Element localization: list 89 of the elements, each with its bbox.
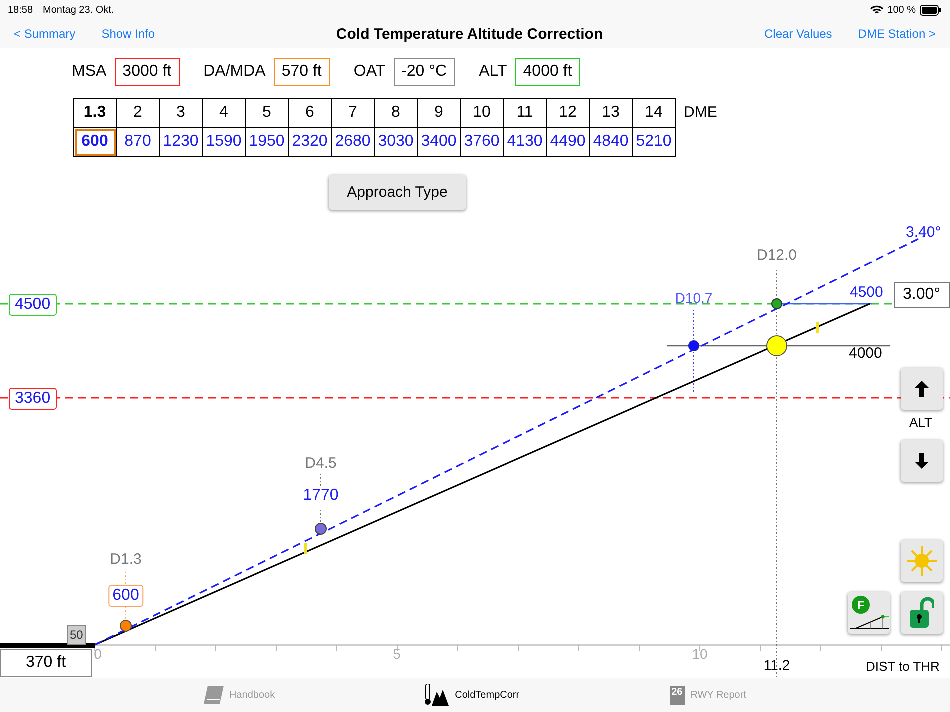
axis-tick-label: 10: [692, 647, 708, 661]
altitude-line-label: 4500: [9, 294, 57, 316]
screen-title: Cold Temperature Altitude Correction: [335, 26, 604, 42]
mid-fix-leader-line: [320, 474, 322, 486]
dme-label: DME: [684, 104, 718, 123]
altitude-cell[interactable]: 600: [74, 128, 116, 156]
tab-bar-item[interactable]: 26 RWY Report: [670, 686, 746, 704]
dme-header-cell: 2: [116, 98, 160, 128]
wifi-icon: [870, 5, 884, 15]
fix-point: [688, 340, 700, 352]
corrected-angle-label: 3.40°: [906, 225, 942, 240]
altitude-cell[interactable]: 1950: [246, 128, 288, 156]
approach-type-button[interactable]: Approach Type: [329, 175, 466, 210]
dme-header-cell: 10: [460, 98, 504, 128]
alt-label: ALT: [910, 416, 932, 429]
dme-header-cell: 3: [160, 98, 202, 128]
lock-button[interactable]: [901, 592, 943, 634]
mid-fix-leader-line: [320, 510, 322, 524]
altitude-cell[interactable]: 1590: [202, 128, 246, 156]
fix-point: [772, 298, 782, 310]
arrow-down-icon: [915, 453, 929, 469]
dme-header-cell: 1.3: [74, 98, 116, 128]
tab-bar-item[interactable]: ColdTempCorr: [425, 684, 520, 706]
marker-tick: [816, 322, 819, 333]
battery-percent: 100 %: [888, 4, 916, 16]
runway-number-icon: 26: [670, 686, 685, 704]
altitude-cell[interactable]: 5210: [632, 128, 676, 156]
dme-header-cell: 11: [504, 98, 546, 128]
altitude-label: 4000: [849, 346, 882, 361]
altitude-cell[interactable]: 4840: [590, 128, 632, 156]
altitude-down-button[interactable]: [901, 440, 943, 482]
marker-tick: [304, 543, 307, 554]
back-link[interactable]: < Summary: [14, 27, 76, 41]
input-field[interactable]: -20 °C: [394, 58, 456, 86]
altitude-up-button[interactable]: [901, 368, 943, 410]
sun-icon: [906, 545, 938, 577]
altitude-cell[interactable]: 1230: [160, 128, 202, 156]
altitude-cell[interactable]: 2680: [332, 128, 374, 156]
dme-header-cell: 6: [288, 98, 332, 128]
clear-values-link[interactable]: Clear Values: [764, 27, 832, 41]
field-label: MSA: [72, 63, 107, 81]
dme-header-cell: 14: [632, 98, 676, 128]
elevation-field[interactable]: 370 ft: [0, 649, 92, 677]
fix-point: [120, 620, 132, 632]
altitude-cell[interactable]: 3760: [460, 128, 504, 156]
fix-altitude-label: 1770: [303, 488, 339, 504]
dme-header-cell: 12: [546, 98, 590, 128]
dme-header-cell: 4: [202, 98, 246, 128]
arrow-up-icon: [915, 381, 929, 397]
dme-header-cell: 9: [418, 98, 460, 128]
dme-header-cell: 8: [374, 98, 418, 128]
status-date: Montag 23. Okt.: [43, 4, 114, 16]
altitude-cell[interactable]: 3400: [418, 128, 460, 156]
status-time: 18:58: [8, 4, 34, 16]
fix-altitude-label: 600: [108, 585, 144, 607]
distance-label: 11.2: [764, 658, 790, 672]
glide-angle-box[interactable]: 3.00°: [894, 282, 950, 308]
show-info-link[interactable]: Show Info: [102, 27, 156, 41]
input-field[interactable]: 4000 ft: [515, 58, 580, 86]
dme-header-cell: 7: [332, 98, 374, 128]
input-field[interactable]: 570 ft: [274, 58, 330, 86]
input-field[interactable]: 3000 ft: [114, 58, 180, 86]
field-label: DA/MDA: [204, 63, 266, 81]
fix-point: [315, 523, 327, 535]
fix-label: D1.3: [110, 552, 142, 567]
field-label: ALT: [479, 63, 508, 81]
book-icon: [204, 686, 224, 704]
threshold-height-label: 50: [67, 625, 86, 645]
field-label: OAT: [354, 63, 386, 81]
altitude-cell[interactable]: 870: [116, 128, 160, 156]
fix-label: D4.5: [305, 456, 337, 471]
altitude-cell[interactable]: 4130: [504, 128, 546, 156]
altitude-cell[interactable]: 4490: [546, 128, 590, 156]
dme-station-link[interactable]: DME Station >: [858, 27, 936, 41]
corrected-altitude-label: 4500: [850, 285, 884, 300]
fix-label: D10.7: [675, 291, 713, 305]
axis-tick-label: 0: [94, 647, 102, 661]
fix-label: D12.0: [756, 248, 798, 263]
dme-header-cell: 13: [590, 98, 632, 128]
altitude-line-label: 3360: [9, 388, 57, 410]
altitude-cell[interactable]: 2320: [288, 128, 332, 156]
unlocked-padlock-icon: [910, 597, 934, 629]
dme-header-cell: 5: [246, 98, 288, 128]
altitude-cell[interactable]: 3030: [374, 128, 418, 156]
battery-icon: [920, 4, 942, 16]
thermometer-mountains-icon: [425, 684, 450, 706]
axis-tick-label: 5: [393, 647, 401, 661]
axis-title: DIST to THR: [866, 660, 940, 673]
aircraft-position-point: [766, 336, 788, 356]
